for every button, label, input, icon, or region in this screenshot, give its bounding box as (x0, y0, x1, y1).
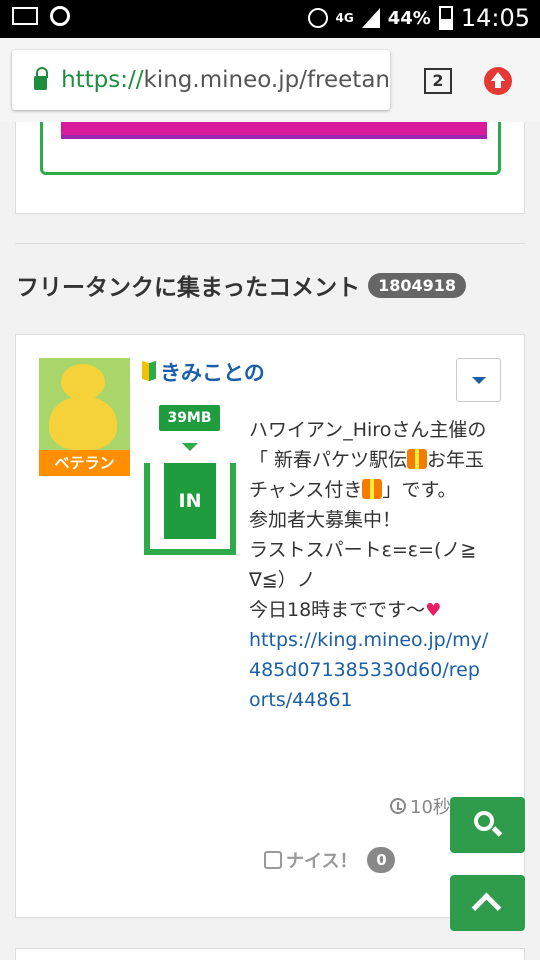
url-text[interactable]: https://king.mineo.jp/freetan (61, 67, 390, 93)
withdraw-frame: 引き出す (40, 122, 501, 175)
data-amount-badge: 39MB (159, 405, 220, 431)
nice-count: 0 (367, 847, 396, 873)
upload-icon[interactable] (484, 67, 512, 95)
comment-count-badge: 1804918 (368, 272, 467, 298)
comment-line: 参加者大募集中！ (249, 509, 402, 531)
search-icon (474, 811, 494, 831)
network-indicator: 4G (335, 11, 354, 25)
hearts-icon: ♥ (425, 600, 442, 621)
username-text[interactable]: きみことの (160, 357, 265, 387)
username[interactable]: きみことの (142, 357, 265, 387)
page-content: 引き出す フリータンクに集まったコメント 1804918 ベテラン きみことの … (0, 122, 540, 960)
withdraw-button[interactable]: 引き出す (61, 122, 487, 139)
url-scheme: https:// (61, 67, 144, 93)
avatar[interactable] (39, 358, 130, 450)
section-divider (15, 243, 525, 244)
comment-card: ベテラン きみことの 39MB IN ハワイアン_Hiroさん主催の 「 新春パ… (15, 334, 525, 918)
next-comment-card (15, 948, 525, 960)
comment-line: 「 新春パケツ駅伝 お年玉チャンス付き 」です。 (249, 449, 485, 501)
url-bar[interactable]: https://king.mineo.jp/freetan (12, 50, 390, 110)
gift-icon (407, 449, 428, 469)
tank-direction-label: IN (164, 463, 216, 539)
mail-icon (12, 7, 38, 25)
avatar-cat (49, 396, 117, 450)
signal-icon (361, 8, 380, 28)
nice-label: ナイス！ (286, 851, 358, 872)
thumbs-up-icon (264, 851, 282, 869)
veteran-badge: ベテラン (39, 450, 130, 476)
comment-line: ラストスパートε=ε=(ノ≧∇≦）ノ (249, 539, 477, 591)
alarm-icon (307, 8, 328, 28)
url-host: king.mineo.jp/freetan (143, 67, 390, 93)
status-bar: 4G 44% 14:05 (0, 0, 540, 38)
section-title-text: フリータンクに集まったコメント (16, 275, 361, 301)
beginner-mark-icon (142, 362, 156, 382)
clock-icon (390, 798, 406, 814)
chevron-down-icon (182, 443, 198, 451)
search-icon-handle (491, 826, 503, 837)
battery-percent: 44% (387, 7, 431, 29)
gift-icon (362, 479, 383, 499)
battery-icon (438, 6, 453, 30)
withdraw-card: 引き出す (15, 122, 525, 214)
comment-menu-dropdown[interactable] (456, 358, 501, 402)
report-link[interactable]: https://king.mineo.jp/my/485d071385330d6… (249, 625, 489, 715)
nice-button[interactable]: ナイス！ 0 (264, 847, 396, 873)
clock-time: 14:05 (460, 4, 530, 32)
comment-body: ハワイアン_Hiroさん主催の 「 新春パケツ駅伝 お年玉チャンス付き 」です。 参… (249, 415, 489, 715)
search-button[interactable] (450, 797, 525, 853)
comment-line: 今日18時までです〜♥ (249, 595, 489, 625)
lock-icon (34, 67, 49, 90)
avatar-chick (61, 364, 105, 400)
tank-in-indicator: IN (144, 463, 236, 555)
comment-line: ハワイアン_Hiroさん主催の (249, 419, 487, 441)
key-icon (50, 6, 70, 26)
comments-section-title: フリータンクに集まったコメント 1804918 (16, 268, 467, 302)
browser-toolbar: https://king.mineo.jp/freetan 2 (0, 38, 540, 122)
scroll-top-button[interactable] (450, 875, 525, 931)
tab-switcher-button[interactable]: 2 (424, 68, 452, 94)
